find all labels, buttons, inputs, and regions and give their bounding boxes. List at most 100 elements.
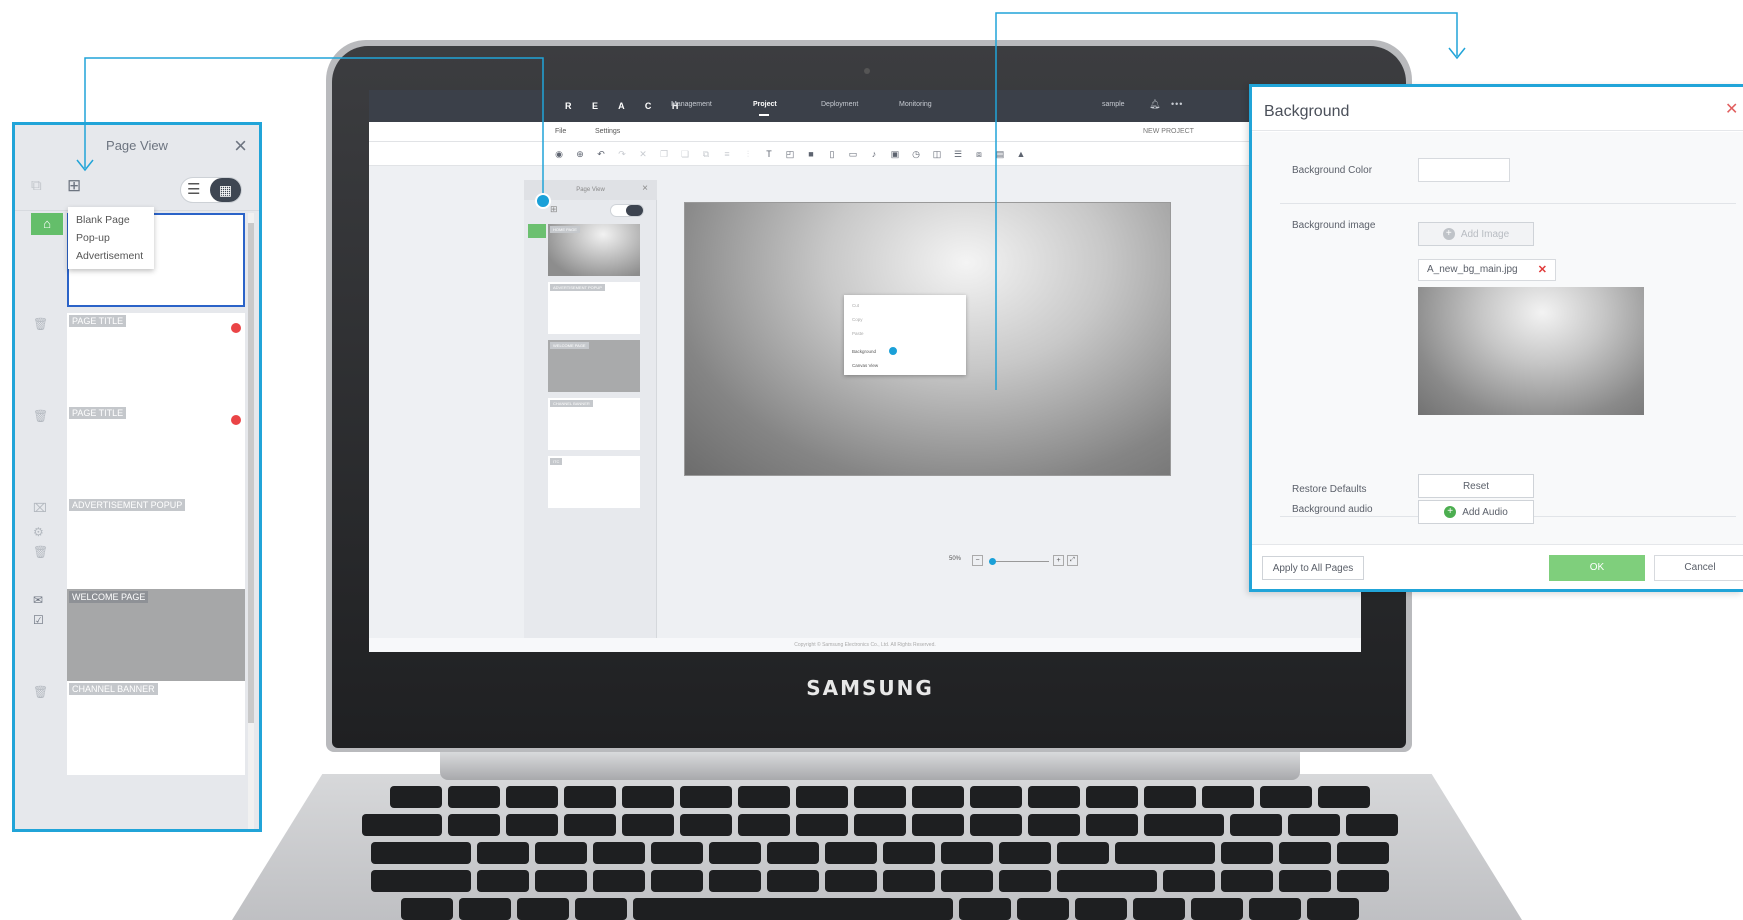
menu-item-blank-page[interactable]: Blank Page bbox=[68, 211, 154, 229]
distribute-icon[interactable]: ⫶ bbox=[741, 147, 755, 161]
key bbox=[1221, 842, 1273, 864]
shape-icon[interactable]: ◰ bbox=[783, 147, 797, 161]
list-view-icon[interactable]: ☰ bbox=[187, 180, 200, 198]
zoom-in-button[interactable]: + bbox=[1053, 555, 1064, 566]
home-icon: ⌂ bbox=[31, 213, 63, 235]
menu-item-popup[interactable]: Pop-up bbox=[68, 229, 154, 247]
close-icon[interactable]: ✕ bbox=[1725, 99, 1738, 119]
view-mode-toggle[interactable]: ☰ ▦ bbox=[180, 177, 242, 203]
apply-all-pages-button[interactable]: Apply to All Pages bbox=[1262, 556, 1364, 580]
settings-icon[interactable]: ⚙ bbox=[33, 525, 44, 539]
key bbox=[1288, 814, 1340, 836]
box-icon[interactable]: ■ bbox=[804, 147, 818, 161]
zoom-slider[interactable] bbox=[989, 561, 1049, 562]
page-row[interactable]: 🗑︎ CHANNEL BANNER bbox=[15, 679, 247, 777]
list-icon[interactable]: ☰ bbox=[951, 147, 965, 161]
mini-page-row[interactable]: WELCOME PAGE bbox=[524, 338, 657, 394]
ok-button[interactable]: OK bbox=[1549, 555, 1645, 581]
video-icon[interactable]: ▣ bbox=[888, 147, 902, 161]
page-thumbnail[interactable]: CHANNEL BANNER bbox=[67, 681, 245, 775]
context-menu-cut[interactable]: Cut bbox=[852, 303, 859, 308]
key bbox=[959, 898, 1011, 920]
mini-page-row[interactable]: CHANNEL BANNER bbox=[524, 396, 657, 452]
menu-file[interactable]: File bbox=[555, 128, 566, 135]
context-menu-canvas-view[interactable]: Canvas View bbox=[852, 363, 878, 368]
add-page-icon[interactable]: ⊞ bbox=[550, 204, 558, 215]
page-thumbnail[interactable]: PAGE TITLE bbox=[67, 405, 245, 499]
trash-icon[interactable]: 🗑︎ bbox=[33, 545, 48, 559]
page-row[interactable]: 🗑︎ PAGE TITLE bbox=[15, 403, 247, 501]
copy-icon[interactable]: ❐ bbox=[657, 147, 671, 161]
nav-project[interactable]: Project bbox=[753, 101, 777, 116]
key bbox=[1086, 814, 1138, 836]
close-icon[interactable]: × bbox=[234, 131, 247, 161]
trash-icon[interactable]: 🗑︎ bbox=[33, 317, 48, 331]
dialog-footer: Apply to All Pages OK Cancel bbox=[1252, 544, 1743, 589]
table-icon[interactable]: ▤ bbox=[993, 147, 1007, 161]
menu-settings[interactable]: Settings bbox=[595, 128, 620, 135]
group-icon[interactable]: ⧈ bbox=[972, 147, 986, 161]
device-icon[interactable]: ▯ bbox=[825, 147, 839, 161]
divider bbox=[1280, 203, 1736, 204]
remove-image-icon[interactable]: ✕ bbox=[1538, 260, 1547, 280]
paste-icon[interactable]: ❏ bbox=[678, 147, 692, 161]
mini-page-row[interactable]: ADVERTISEMENT POPUP bbox=[524, 280, 657, 336]
page-thumbnail[interactable]: ADVERTISEMENT POPUP bbox=[67, 497, 245, 591]
trash-icon[interactable]: 🗑︎ bbox=[33, 685, 48, 699]
context-menu-paste[interactable]: Paste bbox=[852, 331, 864, 336]
key bbox=[1337, 870, 1389, 892]
nav-management[interactable]: Management bbox=[671, 101, 712, 108]
context-menu-background[interactable]: Background bbox=[852, 349, 876, 354]
view-toggle[interactable] bbox=[610, 204, 644, 217]
zoom-slider-handle[interactable] bbox=[989, 558, 996, 565]
checkbox-icon[interactable]: ☑ bbox=[33, 613, 44, 627]
cancel-button[interactable]: Cancel bbox=[1654, 555, 1743, 581]
align-icon[interactable]: ≡ bbox=[720, 147, 734, 161]
page-thumbnail[interactable]: WELCOME PAGE bbox=[67, 589, 245, 683]
undo-icon[interactable]: ↶ bbox=[594, 147, 608, 161]
bell-icon[interactable]: 🔔︎ bbox=[1149, 99, 1160, 110]
page-label: WELCOME PAGE bbox=[69, 591, 149, 603]
text-icon[interactable]: T bbox=[762, 147, 776, 161]
nav-monitoring[interactable]: Monitoring bbox=[899, 101, 932, 108]
copy-page-icon[interactable]: ⧉ bbox=[31, 177, 42, 194]
popup-icon: ⌧ bbox=[33, 501, 47, 515]
page-row[interactable]: ⌧ ⚙ 🗑︎ ADVERTISEMENT POPUP bbox=[15, 495, 247, 593]
add-page-icon[interactable]: ⊞ bbox=[67, 176, 81, 196]
layers-icon[interactable]: ◫ bbox=[930, 147, 944, 161]
color-icon[interactable]: ▲ bbox=[1014, 147, 1028, 161]
key bbox=[564, 786, 616, 808]
menu-item-advertisement[interactable]: Advertisement bbox=[68, 247, 154, 265]
page-row[interactable]: ✉ ☑ WELCOME PAGE bbox=[15, 587, 247, 685]
close-icon[interactable]: × bbox=[642, 183, 648, 194]
cut-icon[interactable]: ✕ bbox=[636, 147, 650, 161]
add-image-button[interactable]: + Add Image bbox=[1418, 222, 1534, 246]
scrollbar[interactable] bbox=[248, 213, 254, 829]
grid-view-icon[interactable]: ▦ bbox=[210, 178, 241, 202]
reset-button[interactable]: Reset bbox=[1418, 474, 1534, 498]
trash-icon[interactable]: 🗑︎ bbox=[33, 409, 48, 423]
page-row[interactable]: 🗑︎ PAGE TITLE bbox=[15, 311, 247, 409]
mini-page-row[interactable]: HOME PAGE bbox=[524, 222, 657, 278]
more-icon[interactable]: ••• bbox=[1171, 99, 1183, 109]
image-icon[interactable]: ▭ bbox=[846, 147, 860, 161]
nav-deployment[interactable]: Deployment bbox=[821, 101, 858, 108]
audio-icon[interactable]: ♪ bbox=[867, 147, 881, 161]
background-color-picker[interactable] bbox=[1418, 158, 1510, 182]
key bbox=[477, 870, 529, 892]
user-name[interactable]: sample bbox=[1102, 101, 1125, 108]
page-thumbnail[interactable]: PAGE TITLE bbox=[67, 313, 245, 407]
duplicate-icon[interactable]: ⧉ bbox=[699, 147, 713, 161]
clock-icon[interactable]: ◷ bbox=[909, 147, 923, 161]
zoom-out-button[interactable]: − bbox=[972, 555, 983, 566]
page-list: ⌂ 🗑︎ PAGE TITLE 🗑︎ PAGE TITLE ⌧ ⚙ 🗑︎ ADV… bbox=[15, 211, 259, 829]
reset-label: Reset bbox=[1462, 480, 1490, 492]
scrollbar-thumb[interactable] bbox=[248, 223, 254, 723]
fit-screen-icon[interactable]: ⤢ bbox=[1067, 555, 1078, 566]
preview-icon[interactable]: ◉ bbox=[552, 147, 566, 161]
add-audio-button[interactable]: + Add Audio bbox=[1418, 500, 1534, 524]
mini-page-row[interactable]: ITC bbox=[524, 454, 657, 510]
target-icon[interactable]: ⊕ bbox=[573, 147, 587, 161]
redo-icon[interactable]: ↷ bbox=[615, 147, 629, 161]
context-menu-copy[interactable]: Copy bbox=[852, 317, 863, 322]
